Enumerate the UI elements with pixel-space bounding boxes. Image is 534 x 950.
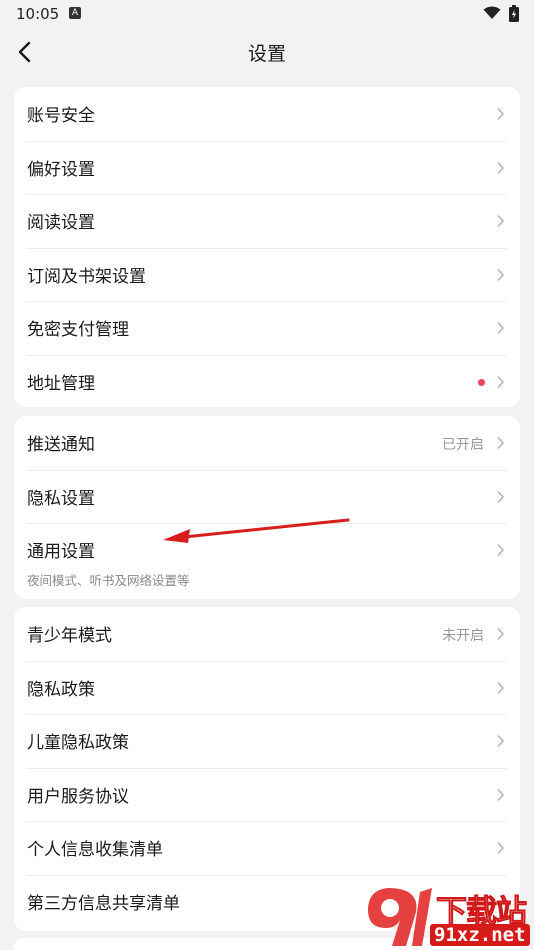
push-notification-row[interactable]: 推送通知 已开启 [14, 416, 520, 470]
page-title: 设置 [247, 43, 286, 65]
row-label: 用户服务协议 [27, 786, 129, 807]
chevron-right-icon [497, 543, 505, 557]
chevron-right-icon [497, 490, 505, 503]
chevron-right-icon [497, 375, 505, 388]
chevron-right-icon [497, 268, 505, 281]
annotation-arrow-icon [163, 518, 350, 543]
notification-a-icon: A [69, 7, 81, 19]
privacy-policy-row[interactable]: 隐私政策 [14, 660, 520, 715]
header: 设置 [0, 28, 534, 76]
chevron-right-icon [497, 788, 505, 801]
chevron-right-icon [497, 321, 505, 335]
watermark-emblem-icon [368, 888, 432, 946]
reading-settings-row[interactable]: 阅读设置 [14, 194, 520, 248]
chevron-right-icon [497, 107, 505, 121]
preference-settings-row[interactable]: 偏好设置 [14, 140, 520, 195]
row-value: 未开启 [442, 628, 484, 644]
status-time: 10:05 [16, 5, 60, 23]
row-label: 个人信息收集清单 [27, 840, 163, 860]
chevron-right-icon [497, 734, 505, 748]
row-label: 通用设置 [27, 542, 95, 562]
teen-mode-row[interactable]: 青少年模式 未开启 [14, 607, 520, 661]
status-bar: 10:05 A [0, 0, 534, 28]
address-management-row[interactable]: 地址管理 [14, 354, 520, 409]
row-label: 偏好设置 [27, 159, 95, 180]
row-label: 推送通知 [27, 435, 95, 455]
row-label: 账号安全 [27, 106, 95, 126]
row-label: 免密支付管理 [27, 320, 129, 340]
row-value: 已开启 [442, 437, 484, 453]
row-label: 儿童隐私政策 [27, 733, 129, 753]
account-security-row[interactable]: 账号安全 [14, 87, 520, 141]
row-label: 订阅及书架设置 [27, 266, 146, 287]
row-subtitle: 夜间模式、听书及网络设置等 [27, 573, 190, 588]
row-label: 地址管理 [27, 373, 95, 394]
battery-icon [509, 5, 519, 22]
red-dot-badge [478, 378, 485, 386]
row-label: 隐私政策 [27, 679, 95, 700]
chevron-right-icon [497, 841, 505, 855]
chevron-right-icon [497, 436, 505, 450]
personal-info-list-row[interactable]: 个人信息收集清单 [14, 821, 520, 875]
watermark-domain: 91xz.net [430, 924, 530, 946]
password-free-payment-row[interactable]: 免密支付管理 [14, 301, 520, 355]
chevron-right-icon [497, 681, 505, 694]
row-label: 第三方信息共享清单 [27, 893, 180, 914]
subscription-bookshelf-settings-row[interactable]: 订阅及书架设置 [14, 247, 520, 302]
settings-group-notifications: 推送通知 已开启 隐私设置 通用设置 夜间模式、听书及网络设置等 [14, 416, 520, 599]
chevron-right-icon [497, 627, 505, 641]
wifi-icon [483, 6, 501, 19]
child-privacy-policy-row[interactable]: 儿童隐私政策 [14, 714, 520, 768]
settings-group-policies: 青少年模式 未开启 隐私政策 儿童隐私政策 用户服务协议 个人信息收集清单 第三… [14, 607, 520, 931]
settings-group-account: 账号安全 偏好设置 阅读设置 订阅及书架设置 免密支付管理 地址管理 [14, 87, 520, 407]
watermark-logo: 下载站 91xz.net [362, 884, 534, 948]
chevron-right-icon [497, 161, 505, 174]
row-label: 阅读设置 [27, 213, 95, 233]
row-label: 隐私设置 [27, 488, 95, 509]
user-service-agreement-row[interactable]: 用户服务协议 [14, 767, 520, 822]
chevron-right-icon [497, 214, 505, 228]
row-label: 青少年模式 [27, 626, 112, 646]
